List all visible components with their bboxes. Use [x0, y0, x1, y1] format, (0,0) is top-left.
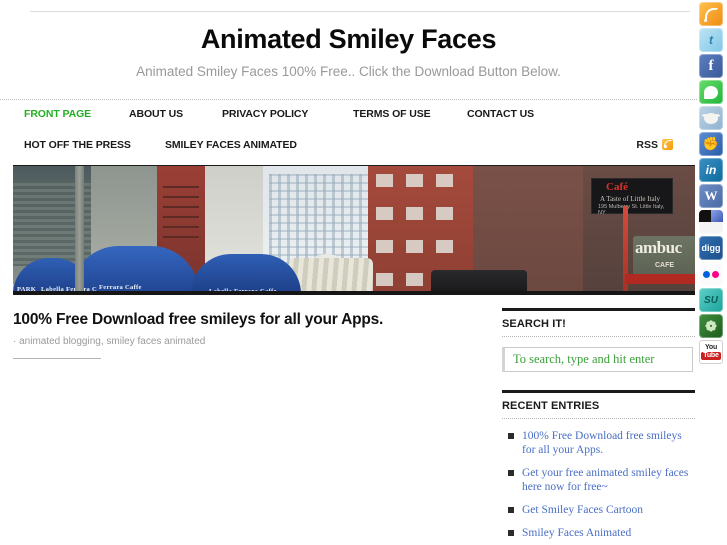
banner-bottom-edge: [13, 291, 695, 295]
nav-divider: [0, 99, 697, 100]
nav-item-front-page[interactable]: FRONT PAGE: [24, 107, 91, 121]
page-root: Animated Smiley Faces Animated Smiley Fa…: [0, 0, 727, 545]
cafe-sign-name: Café: [606, 181, 628, 193]
banner-sambuca-sign: ambuc CAFE: [633, 236, 695, 276]
list-item[interactable]: Smiley Faces Animated: [502, 526, 695, 540]
search-widget: SEARCH IT!: [502, 308, 695, 372]
list-item[interactable]: Get your free animated smiley faces here…: [502, 466, 695, 494]
recent-entries-widget: RECENT ENTRIES 100% Free Download free s…: [502, 390, 695, 545]
nav-item-privacy-policy[interactable]: PRIVACY POLICY: [222, 107, 308, 121]
search-widget-divider: [502, 336, 695, 337]
search-widget-heading: SEARCH IT!: [502, 308, 695, 331]
youtube-label-top: You: [704, 344, 718, 351]
rss-icon[interactable]: [699, 2, 723, 26]
list-item[interactable]: Get Smiley Faces Cartoon: [502, 503, 695, 517]
banner-street-pole: [75, 166, 84, 295]
banner-cafe-sign: Café A Taste of Little Italy 195 Mulberr…: [591, 178, 673, 216]
primary-nav: FRONT PAGE ABOUT US PRIVACY POLICY TERMS…: [0, 107, 697, 135]
social-share-rail: t f in W digg SU You Tube: [699, 2, 725, 366]
nav-item-hot-off-the-press[interactable]: HOT OFF THE PRESS: [24, 138, 131, 152]
nav-item-terms-of-use[interactable]: TERMS OF USE: [353, 107, 431, 121]
nav-rss-label: RSS: [636, 139, 658, 151]
post-meta-tags: · animated blogging, smiley faces animat…: [13, 336, 206, 347]
banner-dark-awning: [431, 270, 527, 292]
reddit-icon[interactable]: [699, 106, 723, 130]
windows-icon[interactable]: [699, 210, 723, 234]
facebook-icon[interactable]: f: [699, 54, 723, 78]
list-item[interactable]: 100% Free Download free smileys for all …: [502, 429, 695, 457]
sidebar: SEARCH IT! RECENT ENTRIES 100% Free Down…: [502, 308, 695, 545]
banner-striped-canopy: [289, 258, 373, 295]
nav-rss-link[interactable]: RSS: [636, 138, 673, 152]
site-tagline: Animated Smiley Faces 100% Free.. Click …: [136, 64, 561, 79]
linkedin-icon[interactable]: in: [699, 158, 723, 182]
site-title: Animated Smiley Faces: [200, 24, 497, 54]
sambuca-sign-text: ambuc: [635, 238, 682, 257]
umbrella-mid-text: Ferrara Caffe: [99, 284, 142, 291]
rss-feed-icon: [662, 139, 673, 150]
twitter-icon[interactable]: t: [699, 28, 723, 52]
nav-item-smiley-faces-animated[interactable]: SMILEY FACES ANIMATED: [165, 138, 297, 152]
recent-entries-list: 100% Free Download free smileys for all …: [502, 429, 695, 545]
cafe-sign-address: 195 Mulberry St. Little Italy, NY: [598, 204, 665, 216]
recent-entries-heading: RECENT ENTRIES: [502, 390, 695, 413]
technorati-icon[interactable]: [699, 314, 723, 338]
nav-item-about-us[interactable]: ABOUT US: [129, 107, 183, 121]
stumbleupon-icon[interactable]: SU: [699, 288, 723, 312]
banner-red-awning: [625, 274, 695, 284]
cafe-sign-sub: A Taste of Little Italy: [600, 195, 661, 203]
recent-entries-divider: [502, 418, 695, 419]
messenger-icon[interactable]: [699, 80, 723, 104]
search-box[interactable]: [502, 347, 693, 372]
post-title[interactable]: 100% Free Download free smileys for all …: [13, 310, 483, 330]
header-banner-image: Café A Taste of Little Italy 195 Mulberr…: [13, 165, 695, 295]
flickr-icon[interactable]: [699, 262, 723, 286]
myspace-icon[interactable]: [699, 132, 723, 156]
sambuca-sign-sub: CAFE: [655, 262, 675, 269]
youtube-icon[interactable]: You Tube: [699, 340, 723, 364]
search-input[interactable]: [511, 351, 692, 368]
youtube-label-bottom: Tube: [701, 352, 721, 360]
main-content: 100% Free Download free smileys for all …: [13, 310, 483, 359]
top-divider: [30, 11, 690, 12]
digg-icon[interactable]: digg: [699, 236, 723, 260]
site-header: Animated Smiley Faces Animated Smiley Fa…: [0, 22, 697, 82]
secondary-nav: HOT OFF THE PRESS SMILEY FACES ANIMATED …: [0, 138, 697, 166]
post-divider: [13, 358, 101, 359]
wordpress-icon[interactable]: W: [699, 184, 723, 208]
nav-item-contact-us[interactable]: CONTACT US: [467, 107, 534, 121]
